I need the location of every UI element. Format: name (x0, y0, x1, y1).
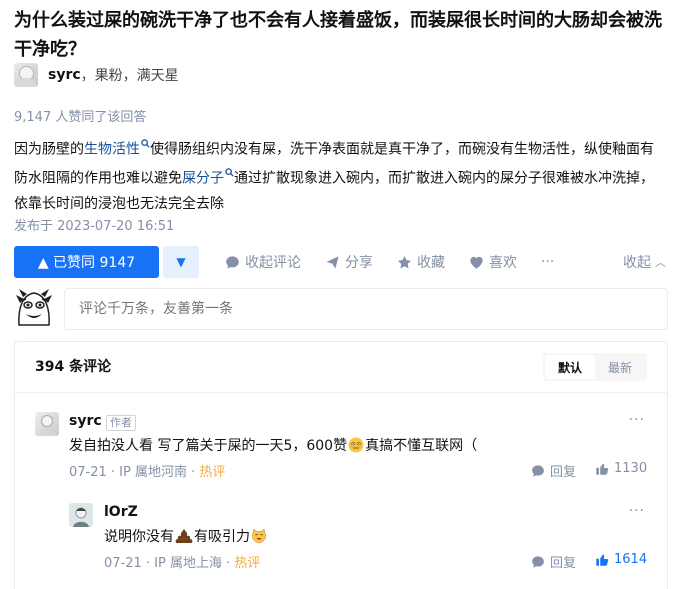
comment-input[interactable] (64, 288, 668, 330)
comment-location: · IP 属地上海 · (145, 556, 231, 571)
comment-text: 说明你没有 有吸引力 (104, 526, 268, 548)
hot-comment-label: 热评 (234, 556, 261, 571)
collapse-label: 收起 (623, 255, 651, 271)
comment-avatar[interactable] (35, 412, 59, 436)
comment-date: 07-21 (69, 465, 107, 480)
comment-text-part: 说明你没有 (104, 529, 174, 545)
comment-text: 发自拍没人看 写了篇关于屎的一天5，600赞 真搞不懂互联网（ (69, 435, 477, 457)
author-bio: ，果粉，满天星 (80, 68, 179, 84)
reply-button[interactable]: 回复 (531, 552, 576, 571)
comment-avatar[interactable] (69, 503, 93, 527)
comment-sort-toggle: 默认 最新 (543, 353, 647, 381)
comment-bubble-icon (226, 255, 239, 269)
answer-action-bar: ▲ 已赞同 9147 ▼ 收起评论 分享 收藏 喜欢 ··· 收起 ︿ (14, 246, 666, 278)
upvote-button[interactable]: ▲ 已赞同 9147 (14, 246, 159, 278)
share-button[interactable]: 分享 (325, 252, 373, 272)
comment-more-button[interactable]: ··· (629, 503, 645, 519)
comment-text-part: 发自拍没人看 写了篇关于屎的一天5，600赞 (69, 438, 348, 454)
hot-comment-label: 热评 (199, 465, 226, 480)
reply-bubble-icon (532, 555, 544, 568)
publish-time[interactable]: 发布于 2023-07-20 16:51 (14, 215, 174, 234)
sort-default-button[interactable]: 默认 (545, 355, 595, 379)
reply-label: 回复 (550, 465, 577, 480)
search-icon[interactable] (225, 168, 234, 180)
keyword-link-bioactivity[interactable]: 生物活性 (84, 142, 140, 158)
current-user-avatar (14, 287, 54, 327)
thumbs-up-icon (596, 463, 609, 475)
comment-date: 07-21 (104, 556, 142, 571)
collapse-comments-label: 收起评论 (245, 255, 301, 271)
keyword-link-poop-molecule[interactable]: 屎分子 (182, 171, 224, 187)
reply-bubble-icon (532, 464, 544, 477)
like-button[interactable]: 喜欢 (469, 252, 517, 272)
answer-content: 因为肠壁的生物活性 使得肠组织内没有屎，洗干净表面就是真干净了，而碗没有生物活性，… (14, 134, 664, 218)
comment-more-button[interactable]: ··· (629, 412, 645, 428)
divider (15, 392, 667, 393)
more-button[interactable]: ··· (541, 254, 554, 270)
collapse-comments-button[interactable]: 收起评论 (225, 252, 301, 272)
chevron-up-icon: ︿ (655, 256, 666, 269)
collapse-answer-button[interactable]: 收起 ︿ (623, 252, 666, 272)
comment-count: 394 条评论 (35, 359, 112, 375)
comment-like-button[interactable]: 1130 (595, 461, 647, 476)
answer-author: syrc ，果粉，满天星 (14, 62, 179, 88)
author-avatar[interactable] (14, 63, 38, 87)
comment-meta: 07-21 · IP 属地河南 · 热评 (69, 461, 225, 480)
favorite-label: 收藏 (417, 255, 445, 271)
like-count: 1614 (614, 552, 648, 567)
comment-meta: 07-21 · IP 属地上海 · 热评 (104, 552, 260, 571)
sort-latest-button[interactable]: 最新 (595, 355, 645, 379)
reply-label: 回复 (550, 556, 577, 571)
comments-panel: 394 条评论 默认 最新 syrc 作者 ··· 发自拍没人看 写了篇关于屎的… (14, 341, 668, 589)
like-label: 喜欢 (489, 255, 517, 271)
share-label: 分享 (345, 255, 373, 271)
content-text: 因为肠壁的 (14, 141, 84, 158)
reply-button[interactable]: 回复 (531, 461, 576, 480)
comment-author[interactable]: lOrZ (104, 504, 138, 520)
downvote-button[interactable]: ▼ (163, 246, 199, 278)
comment-author[interactable]: syrc (69, 413, 102, 429)
like-count: 1130 (614, 461, 648, 476)
awkward-face-emoji-icon (348, 437, 364, 453)
thumbs-up-icon (596, 554, 609, 566)
comment-location: · IP 属地河南 · (110, 465, 196, 480)
author-name[interactable]: syrc (48, 67, 81, 83)
favorite-button[interactable]: 收藏 (397, 252, 445, 272)
share-plane-icon (326, 255, 339, 269)
question-title[interactable]: 为什么装过屎的碗洗干净了也不会有人接着盛饭，而装屎很长时间的大肠却会被洗干净吃？ (14, 6, 666, 64)
comment-text-part: 有吸引力 (194, 529, 250, 545)
cat-face-emoji-icon (251, 528, 267, 544)
comment-like-button[interactable]: 1614 (595, 552, 647, 567)
search-icon[interactable] (141, 139, 150, 151)
author-badge: 作者 (106, 415, 136, 431)
comment-text-part: 真搞不懂互联网（ (365, 438, 478, 454)
heart-icon (470, 256, 483, 269)
upvote-summary: 9,147 人赞同了该回答 (14, 110, 147, 125)
poop-emoji-icon (175, 528, 193, 544)
star-icon (397, 255, 412, 268)
